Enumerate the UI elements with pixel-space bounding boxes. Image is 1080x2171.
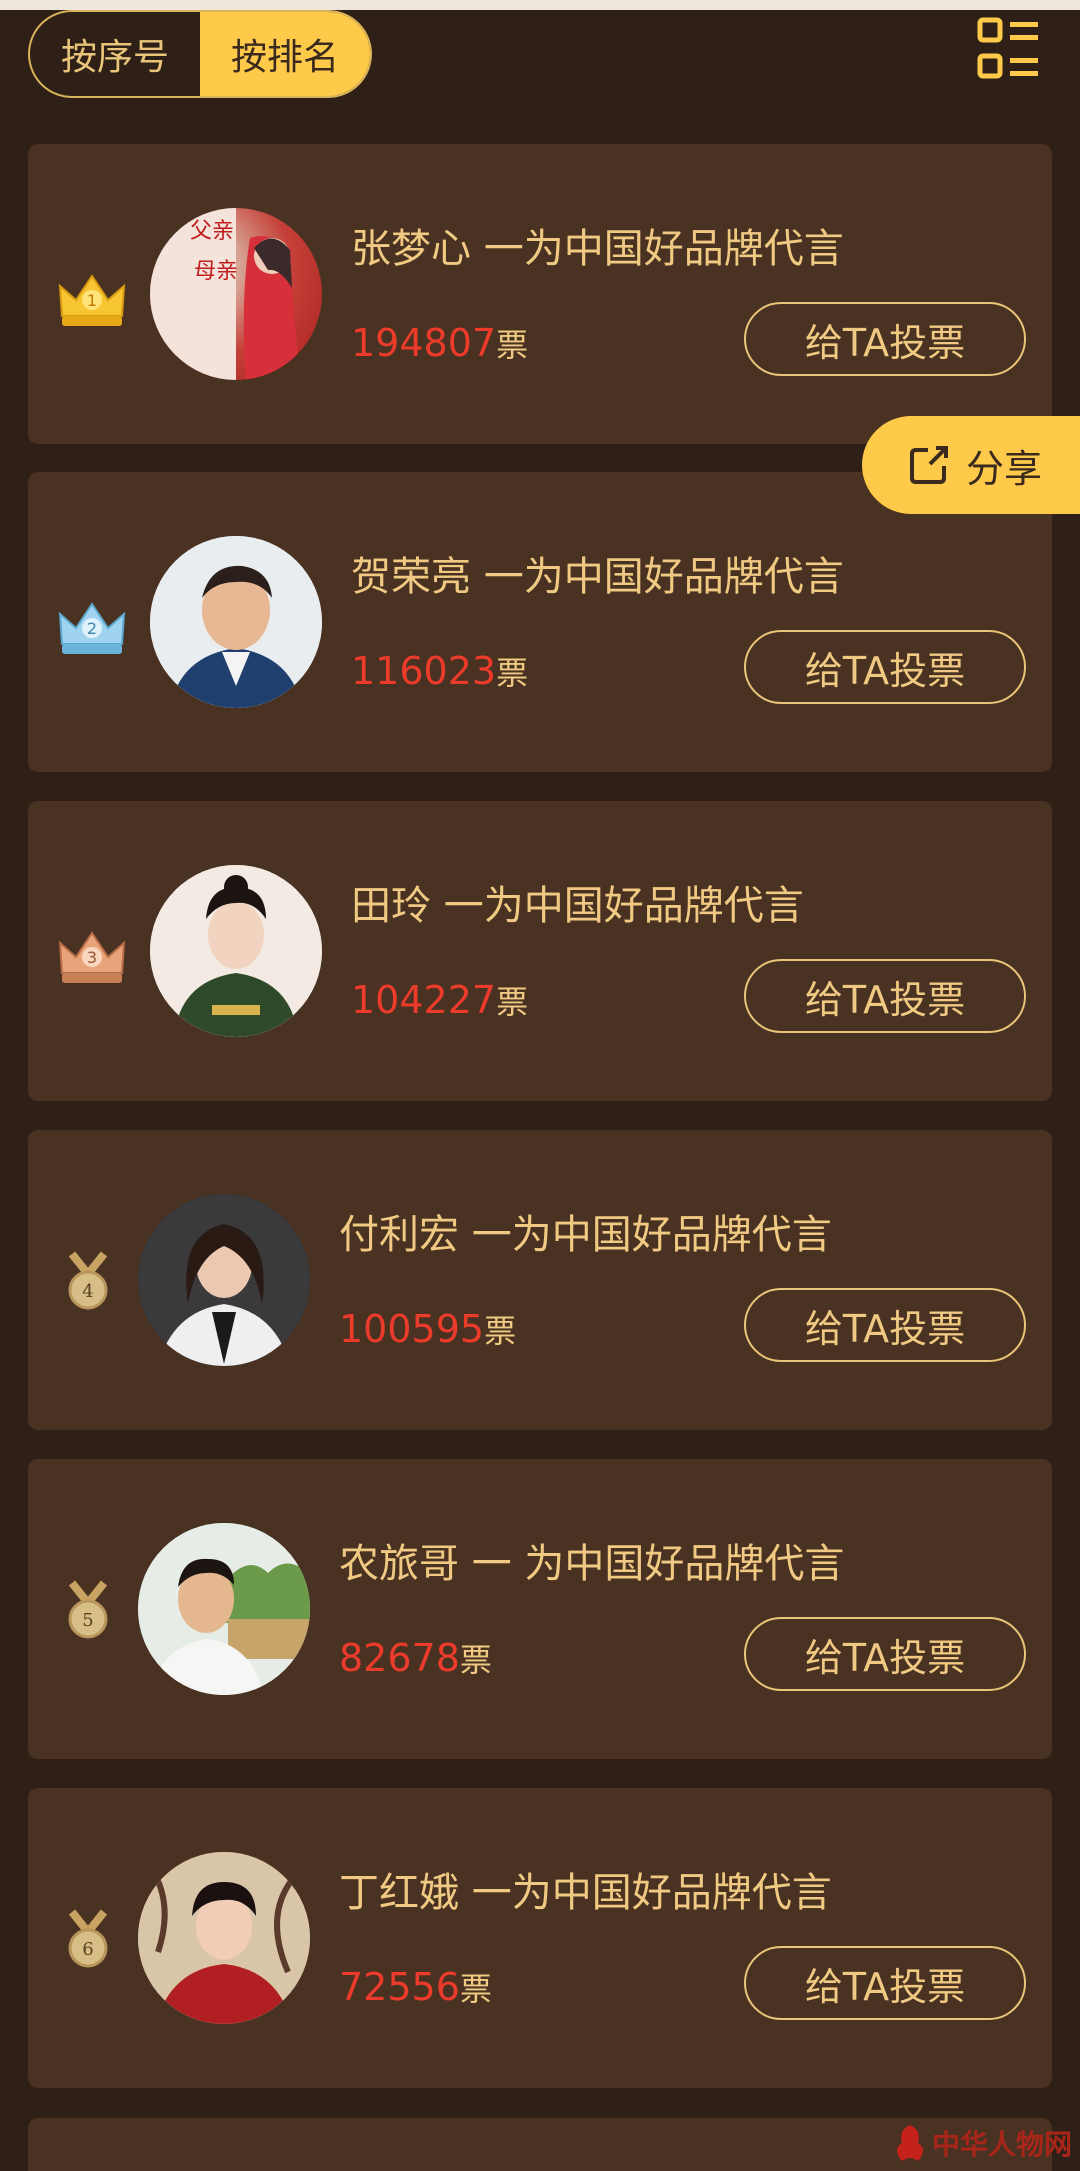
watermark-text: 中华人物网 [931,2128,1072,2161]
avatar [150,536,322,708]
entry-card: 6 丁红娥 一为中国好品牌代言 72556票 给TA投票 [28,1788,1052,2088]
medal-icon: 4 [68,1251,108,1310]
medal-icon: 5 [68,1580,108,1639]
share-icon [910,446,948,484]
entry-title: 贺荣亮 一为中国好品牌代言 [351,554,844,600]
medal-icon: 6 [68,1909,108,1968]
sort-by-rank-tab[interactable]: 按排名 [200,12,370,96]
svg-text:6: 6 [82,1939,93,1960]
vote-unit: 票 [459,1641,492,1679]
gold-crown-icon: 1 [58,274,126,326]
vote-button[interactable]: 给TA投票 [744,1288,1026,1362]
entry-card: 1 父亲 母亲 张梦心 一为中国好品牌代言 194807票 给TA投票 [28,144,1052,444]
avatar [138,1194,310,1366]
avatar [138,1852,310,2024]
sort-toggle: 按序号 按排名 [28,10,372,98]
watermark-logo-icon [896,2125,923,2161]
vote-number: 194807 [351,321,497,365]
vote-button[interactable]: 给TA投票 [744,1946,1026,2020]
silver-crown-icon: 2 [58,602,126,654]
vote-number: 72556 [339,1965,460,2009]
vote-count: 116023票 [351,648,528,694]
vote-button[interactable]: 给TA投票 [744,302,1026,376]
share-label: 分享 [966,446,1043,491]
vote-count: 194807票 [351,320,528,366]
vote-button[interactable]: 给TA投票 [744,630,1026,704]
entry-card: 4 付利宏 一为中国好品牌代言 100595票 给TA投票 [28,1130,1052,1430]
entry-card: 3 田玲 一为中国好品牌代言 104227票 给TA投票 [28,801,1052,1101]
svg-text:3: 3 [87,948,97,967]
svg-text:母亲: 母亲 [194,259,238,284]
list-grid-icon[interactable] [976,16,1042,82]
avatar [150,865,322,1037]
vote-number: 100595 [339,1307,485,1351]
svg-text:5: 5 [82,1610,93,1631]
vote-unit: 票 [496,983,529,1021]
entry-card: 2 贺荣亮 一为中国好品牌代言 116023票 给TA投票 [28,472,1052,772]
sort-by-number-tab[interactable]: 按序号 [30,12,200,96]
avatar: 父亲 母亲 [150,208,322,380]
vote-unit: 票 [496,654,529,692]
vote-count: 104227票 [351,977,528,1023]
entry-title: 田玲 一为中国好品牌代言 [351,883,804,929]
entry-title: 丁红娥 一为中国好品牌代言 [339,1870,832,1916]
vote-number: 82678 [339,1636,460,1680]
entry-title: 农旅哥 一 为中国好品牌代言 [339,1541,845,1587]
vote-button[interactable]: 给TA投票 [744,959,1026,1033]
entry-title: 付利宏 一为中国好品牌代言 [339,1212,832,1258]
vote-count: 72556票 [339,1964,492,2010]
share-button[interactable]: 分享 [862,416,1080,514]
svg-text:4: 4 [82,1281,93,1302]
ranking-page: 按序号 按排名 1 父亲 母亲 张梦心 一为中国好品牌代言 194807票 给T… [0,0,1080,2171]
vote-unit: 票 [496,326,529,364]
vote-number: 116023 [351,649,497,693]
vote-count: 82678票 [339,1635,492,1681]
entry-card: 5 农旅哥 一 为中国好品牌代言 82678票 给TA投票 [28,1459,1052,1759]
svg-text:父亲: 父亲 [190,219,234,244]
status-strip [0,0,1080,10]
vote-button[interactable]: 给TA投票 [744,1617,1026,1691]
entry-title: 张梦心 一为中国好品牌代言 [351,226,844,272]
vote-count: 100595票 [339,1306,516,1352]
svg-text:2: 2 [87,619,97,638]
vote-unit: 票 [459,1970,492,2008]
watermark: 中华人物网 [888,2121,1072,2165]
avatar [138,1523,310,1695]
vote-unit: 票 [484,1312,517,1350]
bronze-crown-icon: 3 [58,931,126,983]
vote-number: 104227 [351,978,497,1022]
svg-text:1: 1 [87,291,97,310]
